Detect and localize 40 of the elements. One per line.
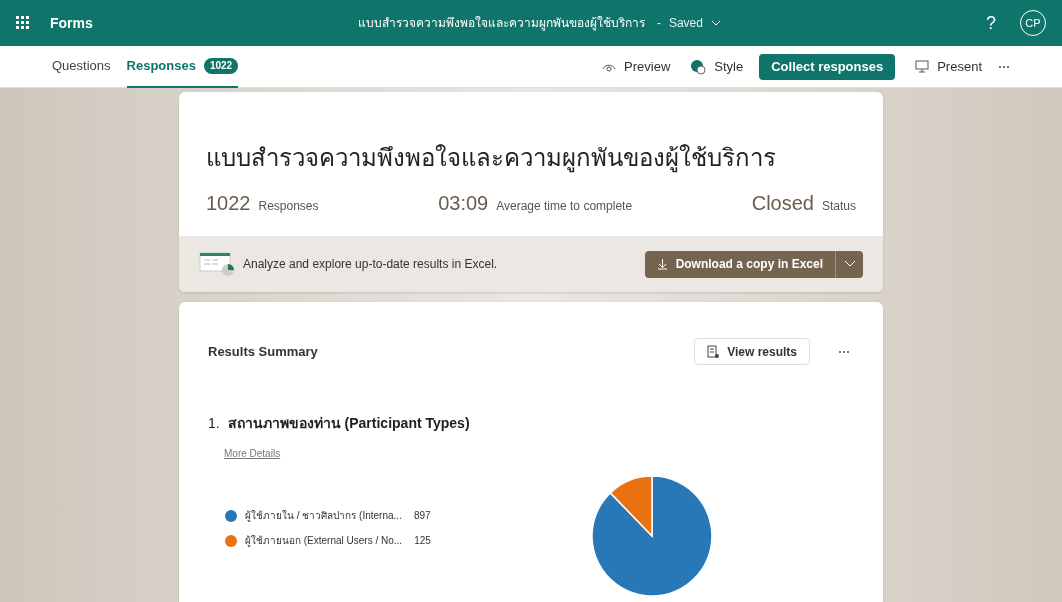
- count-badge: 1022: [203, 57, 239, 74]
- stat-value: Closed: [751, 191, 814, 216]
- legend-count: 897: [413, 509, 431, 523]
- app-name[interactable]: Forms: [50, 12, 93, 34]
- present-button[interactable]: Present: [915, 56, 982, 77]
- more-icon[interactable]: [838, 349, 850, 354]
- collect-responses-button[interactable]: Collect responses: [759, 53, 896, 80]
- view-results-button[interactable]: View results: [694, 338, 810, 365]
- legend-count: 125: [414, 534, 431, 548]
- excel-text: Analyze and explore up-to-date results in Excel.: [243, 256, 498, 273]
- download-icon: [656, 258, 668, 270]
- legend-label: ผู้ใช้ภายใน / ชาวศิลปากร (Interna...: [245, 509, 402, 523]
- form-heading: แบบสำรวจความพึงพอใจและความผูกพันของผู้ใช้บริการ: [206, 143, 777, 175]
- form-title: แบบสำรวจความพึงพอใจและความผูกพันของผู้ใช้บริการ: [357, 15, 645, 32]
- stat-label: Responses: [258, 198, 319, 215]
- stat-label: Status: [821, 198, 856, 215]
- question-number: 1.: [208, 414, 220, 433]
- style-button[interactable]: Style: [690, 56, 744, 77]
- preview-button[interactable]: Preview: [602, 56, 671, 77]
- palette-icon: [690, 58, 707, 75]
- spreadsheet-icon: [199, 251, 235, 277]
- document-icon: [707, 344, 720, 359]
- legend-label: ผู้ใช้ภายนอก (External Users / No...: [245, 534, 403, 548]
- app-launcher-icon[interactable]: [16, 16, 30, 30]
- help-icon[interactable]: ?: [986, 9, 996, 37]
- monitor-icon: [915, 60, 930, 73]
- download-button[interactable]: Download a copy in Excel: [644, 250, 835, 278]
- save-state: Saved: [668, 15, 703, 32]
- more-icon[interactable]: [998, 64, 1010, 69]
- chevron-down-icon[interactable]: [710, 18, 721, 28]
- stat-label: Average time to complete: [496, 198, 633, 215]
- chevron-down-icon: [843, 260, 856, 268]
- stat-value: 03:09: [438, 191, 489, 216]
- stat-value: 1022: [206, 191, 251, 216]
- tab[interactable]: Questions: [52, 45, 111, 88]
- save-state: -: [656, 15, 661, 32]
- more-details-link[interactable]: More Details: [224, 446, 281, 461]
- question-title: สถานภาพของท่าน (Participant Types): [227, 414, 470, 433]
- results-title: Results Summary: [208, 342, 318, 361]
- tab[interactable]: Responses 1022: [126, 45, 239, 88]
